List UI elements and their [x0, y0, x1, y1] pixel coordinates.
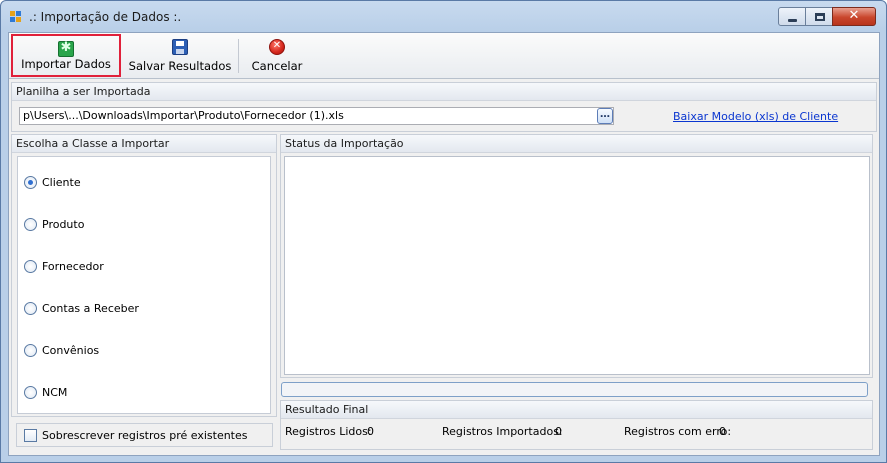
cancel-label: Cancelar [251, 59, 303, 73]
file-path-input[interactable]: p\Users\...\Downloads\Importar\Produto\F… [19, 107, 614, 125]
radio-ncm[interactable]: NCM [24, 384, 67, 400]
class-group: Escolha a Classe a Importar Cliente Prod… [11, 134, 277, 417]
radio-contas-a-receber-label: Contas a Receber [42, 301, 139, 315]
toolbar-separator [238, 39, 239, 73]
radio-contas-a-receber[interactable]: Contas a Receber [24, 300, 139, 316]
import-progress-bar [281, 382, 868, 397]
result-group: Resultado Final Registros Lidos: 0 Regis… [280, 400, 873, 450]
maximize-icon [815, 13, 825, 21]
radio-convenios-label: Convênios [42, 343, 100, 357]
title-bar[interactable]: .: Importação de Dados :. ✕ [1, 1, 886, 32]
import-data-button[interactable]: Importar Dados [11, 34, 121, 77]
download-template-link[interactable]: Baixar Modelo (xls) de Cliente [673, 110, 838, 123]
radio-fornecedor-indicator[interactable] [24, 259, 37, 273]
app-icon [10, 11, 24, 23]
save-results-button[interactable]: Salvar Resultados [122, 34, 238, 77]
radio-convenios-indicator[interactable] [24, 343, 37, 357]
close-button[interactable]: ✕ [832, 7, 876, 26]
radio-ncm-indicator[interactable] [24, 385, 37, 399]
records-imported-label: Registros Importados: [442, 425, 563, 438]
records-read-value: 0 [367, 425, 374, 438]
browse-button[interactable]: … [597, 108, 613, 124]
status-group: Status da Importação [280, 134, 873, 378]
radio-cliente-indicator[interactable] [24, 175, 37, 189]
save-icon [172, 39, 188, 55]
result-group-header: Resultado Final [281, 401, 872, 419]
window-client-area: Importar Dados Salvar Resultados Cancela… [8, 32, 880, 456]
radio-produto-indicator[interactable] [24, 217, 37, 231]
caption-buttons: ✕ [778, 7, 876, 27]
import-data-label: Importar Dados [21, 57, 111, 71]
records-error-value: 0 [719, 425, 726, 438]
minimize-icon [788, 19, 797, 22]
class-group-header: Escolha a Classe a Importar [12, 135, 276, 153]
records-read-label: Registros Lidos: [285, 425, 372, 438]
save-results-label: Salvar Resultados [128, 59, 232, 73]
import-icon [58, 40, 74, 57]
import-window: .: Importação de Dados :. ✕ Importar Dad… [0, 0, 887, 463]
radio-produto[interactable]: Produto [24, 216, 84, 232]
status-log-area[interactable] [284, 156, 870, 375]
records-error-label: Registros com erro: [624, 425, 732, 438]
window-title: .: Importação de Dados :. [29, 10, 182, 24]
close-icon: ✕ [848, 8, 860, 23]
overwrite-panel: Sobrescrever registros pré existentes [16, 423, 273, 447]
class-options: Cliente Produto Fornecedor Contas a Rece… [17, 156, 271, 414]
file-group: Planilha a ser Importada p\Users\...\Dow… [11, 82, 877, 132]
radio-convenios[interactable]: Convênios [24, 342, 99, 358]
minimize-button[interactable] [778, 7, 806, 26]
cancel-button[interactable]: Cancelar [245, 34, 309, 77]
maximize-button[interactable] [805, 7, 833, 26]
radio-cliente[interactable]: Cliente [24, 174, 81, 190]
toolbar: Importar Dados Salvar Resultados Cancela… [9, 33, 879, 79]
overwrite-checkbox-row[interactable]: Sobrescrever registros pré existentes [24, 429, 248, 442]
file-group-header: Planilha a ser Importada [12, 83, 876, 101]
radio-ncm-label: NCM [42, 385, 68, 399]
overwrite-checkbox[interactable] [24, 429, 37, 442]
radio-produto-label: Produto [42, 217, 85, 231]
overwrite-checkbox-label: Sobrescrever registros pré existentes [42, 429, 248, 442]
status-group-header: Status da Importação [281, 135, 872, 153]
radio-cliente-label: Cliente [42, 175, 81, 189]
cancel-icon [269, 39, 285, 55]
radio-fornecedor[interactable]: Fornecedor [24, 258, 104, 274]
radio-contas-a-receber-indicator[interactable] [24, 301, 37, 315]
radio-fornecedor-label: Fornecedor [42, 259, 104, 273]
records-imported-value: 0 [555, 425, 562, 438]
